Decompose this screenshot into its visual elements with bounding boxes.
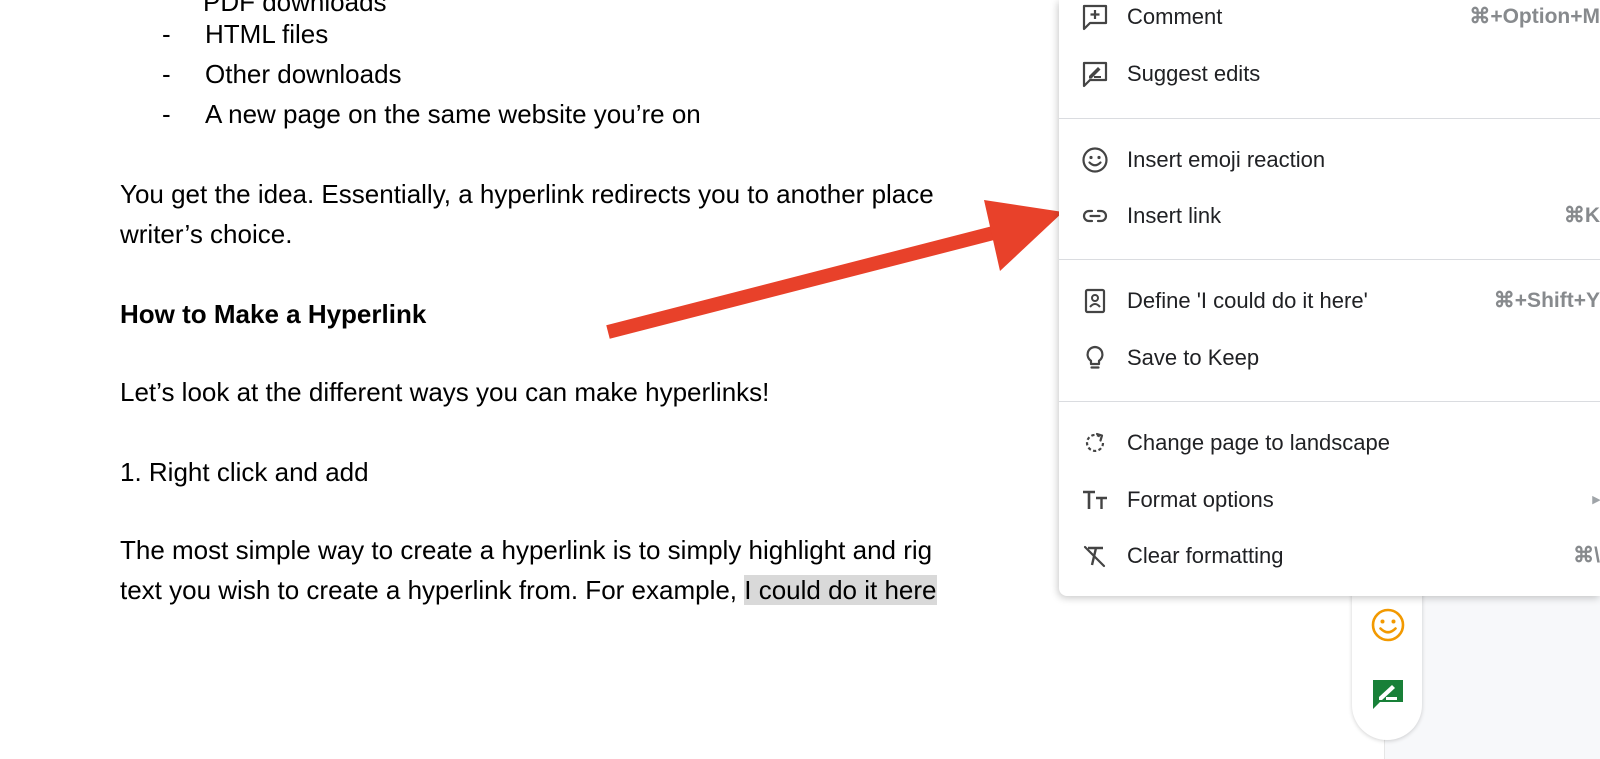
paragraph-line: The most simple way to create a hyperlin… — [120, 535, 933, 565]
menu-separator — [1059, 401, 1600, 402]
section-heading: How to Make a Hyperlink — [120, 299, 427, 329]
clear-formatting-icon — [1081, 542, 1109, 570]
menu-item-clear-formatting[interactable]: Clear formatting ⌘\ — [1059, 532, 1600, 580]
menu-item-change-page-orientation[interactable]: Change page to landscape — [1059, 419, 1600, 467]
add-comment-icon — [1081, 3, 1109, 31]
text-size-icon — [1081, 486, 1109, 514]
link-icon — [1081, 202, 1109, 230]
suggest-edits-side-button[interactable] — [1370, 676, 1406, 712]
emoji-icon — [1081, 146, 1109, 174]
rotate-page-icon — [1081, 429, 1109, 457]
suggest-edits-icon — [1373, 680, 1403, 709]
suggest-edits-icon — [1081, 60, 1109, 88]
step-heading: 1. Right click and add — [120, 457, 369, 487]
menu-separator — [1059, 259, 1600, 260]
paragraph-line: text you wish to create a hyperlink from… — [120, 575, 937, 605]
submenu-arrow-icon: ▸ — [1592, 491, 1600, 508]
menu-item-insert-link[interactable]: Insert link ⌘K — [1059, 192, 1600, 240]
menu-item-comment[interactable]: Comment ⌘+Option+M — [1059, 0, 1600, 41]
selected-text[interactable]: I could do it here — [744, 575, 937, 605]
paragraph-line: Let’s look at the different ways you can… — [120, 377, 770, 407]
paragraph-line: writer’s choice. — [120, 219, 293, 249]
menu-item-format-options[interactable]: Format options ▸ — [1059, 476, 1600, 524]
emoji-icon — [1371, 608, 1405, 642]
dictionary-icon — [1081, 287, 1109, 315]
menu-item-save-to-keep[interactable]: Save to Keep — [1059, 334, 1600, 382]
menu-item-insert-emoji-reaction[interactable]: Insert emoji reaction — [1059, 136, 1600, 184]
menu-separator — [1059, 118, 1600, 119]
paragraph-line: You get the idea. Essentially, a hyperli… — [120, 179, 934, 209]
menu-item-define[interactable]: Define 'I could do it here' ⌘+Shift+Y — [1059, 277, 1600, 325]
lightbulb-icon — [1081, 344, 1109, 372]
add-emoji-reaction-button[interactable] — [1370, 607, 1406, 643]
menu-item-suggest-edits[interactable]: Suggest edits — [1059, 50, 1600, 98]
context-menu: Comment ⌘+Option+M Suggest edits Insert … — [1059, 0, 1600, 596]
